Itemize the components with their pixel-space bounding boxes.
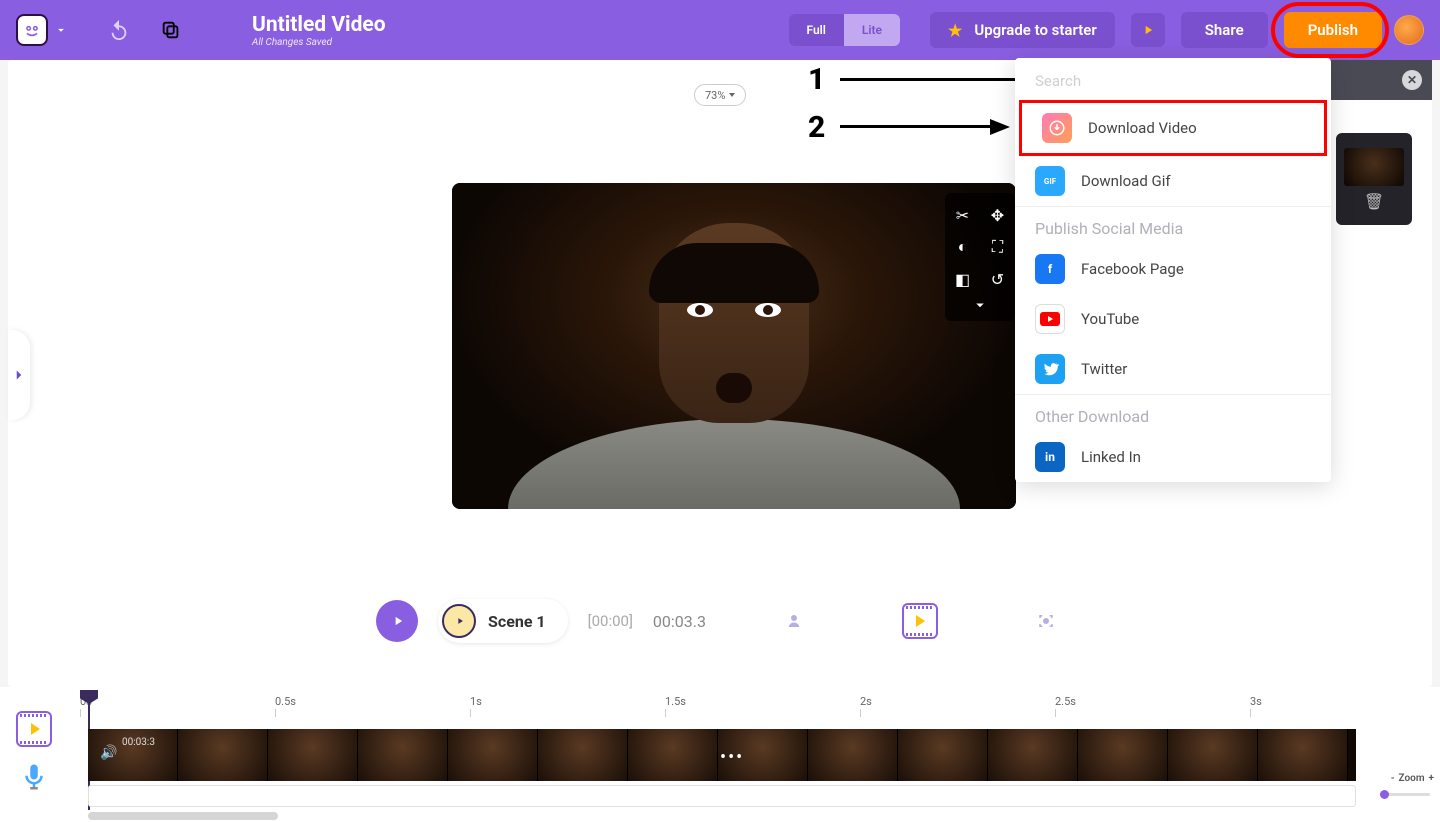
twitter-option[interactable]: Twitter: [1015, 344, 1331, 394]
download-video-icon: [1042, 113, 1072, 143]
tick: 1s: [470, 695, 482, 708]
annotation-number-1: 1: [808, 62, 825, 97]
linkedin-option[interactable]: in Linked In: [1015, 432, 1331, 482]
rotate-tool-icon[interactable]: ↺: [980, 263, 1015, 295]
app-logo[interactable]: [16, 14, 48, 46]
copy-icon[interactable]: [160, 19, 182, 41]
zoom-label: Zoom: [1399, 773, 1425, 784]
scene-name: Scene 1: [488, 612, 546, 631]
half-tool-icon[interactable]: ◧: [945, 263, 980, 295]
twitter-icon: [1035, 354, 1065, 384]
linkedin-icon: in: [1035, 442, 1065, 472]
capture-tool-icon[interactable]: [1028, 603, 1064, 639]
clip-duration-label: 00:03:3: [122, 737, 155, 748]
project-title-block: Untitled Video All Changes Saved: [252, 13, 386, 48]
cut-tool-icon[interactable]: ✂: [945, 199, 980, 231]
scene-controls-bar: Scene 1 [00:00] 00:03.3: [0, 593, 1440, 649]
canvas-toolbar: ✂ ✥ ◐ ⛶ ◧ ↺: [945, 193, 1015, 321]
download-gif-label: Download Gif: [1081, 172, 1171, 190]
audio-track-lane[interactable]: [88, 785, 1356, 807]
play-icon: [391, 614, 405, 628]
zoom-in-button[interactable]: +: [1429, 773, 1435, 784]
monster-logo-icon: [22, 20, 42, 40]
project-title[interactable]: Untitled Video: [252, 13, 386, 37]
logo-area: [16, 14, 68, 46]
clip-more-icon[interactable]: •••: [720, 747, 744, 768]
caret-down-icon: [729, 93, 735, 97]
timeline-scrollbar[interactable]: [88, 812, 278, 820]
publish-dropdown: Search Download Video GIF Download Gif P…: [1015, 58, 1331, 482]
facebook-option[interactable]: f Facebook Page: [1015, 244, 1331, 294]
clip-thumbnail: [1344, 148, 1404, 186]
view-full[interactable]: Full: [789, 14, 844, 46]
audio-track-icon[interactable]: [19, 759, 49, 795]
download-gif-option[interactable]: GIF Download Gif: [1015, 156, 1331, 206]
app-header: Untitled Video All Changes Saved Full Li…: [0, 0, 1440, 60]
youtube-label: YouTube: [1081, 310, 1139, 328]
star-icon: ★: [948, 21, 962, 40]
social-section-header: Publish Social Media: [1015, 207, 1331, 244]
timeline-panel: 0s 0.5s 1s 1.5s 2s 2.5s 3s 🔊 00:03:3 •••…: [0, 687, 1440, 822]
video-canvas[interactable]: [452, 183, 1016, 509]
upgrade-label: Upgrade to starter: [974, 21, 1096, 39]
delete-clip-icon[interactable]: 🗑: [1364, 192, 1384, 211]
scene-play-button[interactable]: [442, 604, 476, 638]
canvas-zoom-selector[interactable]: 73%: [694, 84, 746, 106]
save-status: All Changes Saved: [252, 37, 386, 48]
contrast-tool-icon[interactable]: ◐: [945, 231, 980, 263]
scene-end-time: 00:03.3: [653, 612, 706, 631]
facebook-icon: f: [1035, 254, 1065, 284]
tick: 2.5s: [1055, 695, 1076, 708]
preview-play-button[interactable]: [1131, 13, 1165, 47]
upgrade-button[interactable]: ★ Upgrade to starter: [930, 12, 1115, 48]
toolbar-expand-icon[interactable]: [945, 295, 1015, 315]
tick: 0.5s: [275, 695, 296, 708]
timeline-track-icons: [0, 687, 68, 822]
chevron-right-icon: [10, 366, 28, 384]
zoom-out-button[interactable]: -: [1391, 773, 1395, 784]
dropdown-search-input[interactable]: Search: [1015, 58, 1331, 100]
left-panel-expand-tab[interactable]: [8, 330, 30, 420]
timeline-zoom-slider[interactable]: [1380, 793, 1430, 796]
video-track-icon[interactable]: [16, 711, 52, 747]
history-controls: [108, 19, 182, 41]
twitter-label: Twitter: [1081, 360, 1127, 378]
view-mode-toggle[interactable]: Full Lite: [789, 14, 901, 46]
clip-volume-icon[interactable]: 🔊: [100, 745, 117, 761]
share-button[interactable]: Share: [1181, 12, 1268, 48]
clip-thumbnail-card[interactable]: 🗑: [1336, 133, 1412, 225]
zoom-value: 73%: [705, 89, 725, 102]
linkedin-label: Linked In: [1081, 448, 1141, 466]
publish-button[interactable]: Publish: [1284, 12, 1382, 48]
tick: 2s: [860, 695, 872, 708]
play-icon: [1141, 23, 1155, 37]
tick: 3s: [1250, 695, 1262, 708]
youtube-option[interactable]: YouTube: [1015, 294, 1331, 344]
timeline-ruler[interactable]: 0s 0.5s 1s 1.5s 2s 2.5s 3s: [80, 695, 1370, 719]
annotation-number-2: 2: [808, 110, 825, 145]
download-video-label: Download Video: [1088, 119, 1197, 137]
tick: 1.5s: [665, 695, 686, 708]
close-panel-button[interactable]: ✕: [1402, 70, 1422, 90]
scene-chip[interactable]: Scene 1: [438, 599, 568, 643]
play-all-button[interactable]: [376, 600, 418, 642]
view-lite[interactable]: Lite: [844, 14, 900, 46]
person-tool-icon[interactable]: [776, 603, 812, 639]
user-avatar[interactable]: [1394, 15, 1424, 45]
gif-icon: GIF: [1035, 166, 1065, 196]
timeline-zoom-control: - Zoom +: [1391, 773, 1434, 784]
scene-start-time: [00:00]: [588, 612, 633, 630]
move-tool-icon[interactable]: ✥: [980, 199, 1015, 231]
fit-tool-icon[interactable]: ⛶: [980, 231, 1015, 263]
play-icon: [455, 616, 465, 626]
download-video-option[interactable]: Download Video: [1019, 100, 1327, 156]
video-frame-preview: [452, 183, 1016, 509]
youtube-icon: [1035, 304, 1065, 334]
other-section-header: Other Download: [1015, 395, 1331, 432]
undo-icon[interactable]: [108, 19, 130, 41]
facebook-label: Facebook Page: [1081, 260, 1184, 278]
scene-film-icon[interactable]: [902, 603, 938, 639]
logo-dropdown-icon[interactable]: [54, 23, 68, 37]
